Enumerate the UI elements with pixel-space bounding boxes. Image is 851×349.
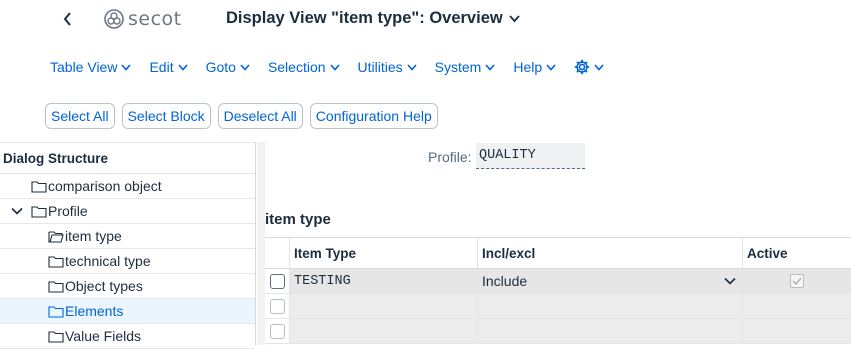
dialog-structure-header: Dialog Structure <box>0 143 255 174</box>
menu-goto[interactable]: Goto <box>206 58 250 75</box>
menu-settings[interactable] <box>574 58 604 75</box>
chevron-down-icon <box>485 63 495 71</box>
menu-label: Utilities <box>357 58 403 75</box>
active-cell <box>743 294 851 318</box>
tree-item-item-type[interactable]: item type <box>0 224 255 249</box>
folder-icon <box>31 205 47 218</box>
tree-item-label: comparison object <box>48 178 162 194</box>
select-all-button[interactable]: Select All <box>45 103 115 129</box>
tree-item-object-types[interactable]: Object types <box>0 274 255 299</box>
folder-icon <box>31 180 47 193</box>
profile-field: QUALITY <box>476 143 585 169</box>
table-header-row: Item Type Incl/excl Active <box>265 237 851 269</box>
row-checkbox[interactable] <box>269 273 285 289</box>
tree-item-value-fields[interactable]: Value Fields <box>0 324 255 349</box>
table-row <box>265 294 851 319</box>
row-selector[interactable] <box>265 294 290 318</box>
incl-excl-value: Include <box>482 273 528 289</box>
menu-bar: Table View Edit Goto Selection Utilities… <box>50 58 622 75</box>
menu-selection[interactable]: Selection <box>268 58 340 75</box>
menu-label: Goto <box>205 58 236 75</box>
tree-item-label: Object types <box>65 278 143 294</box>
menu-label: Selection <box>267 58 326 75</box>
select-column-header <box>265 238 290 268</box>
page-title[interactable]: Display View "item type": Overview <box>226 9 520 28</box>
active-cell <box>743 269 851 293</box>
deselect-all-button[interactable]: Deselect All <box>217 103 303 129</box>
row-checkbox[interactable] <box>269 323 285 339</box>
row-selector[interactable] <box>265 319 290 343</box>
active-cell <box>743 319 851 343</box>
gear-icon <box>574 59 590 75</box>
chevron-down-icon <box>724 277 736 285</box>
chevron-down-icon <box>546 63 556 71</box>
splitter[interactable] <box>257 142 265 345</box>
menu-label: System <box>434 58 482 75</box>
chevron-down-icon <box>329 63 340 71</box>
menu-label: Table View <box>50 58 118 75</box>
chevron-down-icon <box>509 14 520 22</box>
tree-item-comparison-object[interactable]: comparison object <box>0 174 255 199</box>
profile-label: Profile: <box>428 149 472 165</box>
item-type-cell: TESTING <box>290 269 478 293</box>
tree-item-label: item type <box>65 228 122 244</box>
logo: secot <box>103 6 182 32</box>
folder-icon <box>48 255 64 268</box>
column-header-item-type[interactable]: Item Type <box>290 238 478 268</box>
menu-help[interactable]: Help <box>513 58 556 75</box>
page-title-text: Display View "item type": Overview <box>226 9 503 27</box>
configuration-help-button[interactable]: Configuration Help <box>309 103 438 129</box>
folder-icon <box>48 330 64 343</box>
menu-system[interactable]: System <box>435 58 496 75</box>
menu-edit[interactable]: Edit <box>149 58 188 75</box>
folder-icon <box>48 280 64 293</box>
toolbar: Select All Select Block Deselect All Con… <box>45 103 438 129</box>
table-row: TESTING Include <box>265 269 851 294</box>
chevron-down-icon <box>594 63 604 71</box>
menu-label: Help <box>513 58 543 75</box>
back-button[interactable] <box>58 8 78 30</box>
row-selector[interactable] <box>265 269 290 293</box>
incl-excl-cell <box>478 319 743 343</box>
menu-label: Edit <box>149 58 174 75</box>
tree-item-label: technical type <box>65 253 151 269</box>
tree-item-label: Elements <box>65 303 124 319</box>
column-header-active[interactable]: Active <box>743 238 851 268</box>
row-checkbox[interactable] <box>269 298 285 314</box>
tree-item-label: Value Fields <box>65 328 142 344</box>
incl-excl-cell <box>478 294 743 318</box>
active-checkbox <box>790 274 804 288</box>
column-header-incl-excl[interactable]: Incl/excl <box>478 238 743 268</box>
chevron-down-icon <box>177 63 188 71</box>
incl-excl-select[interactable]: Include <box>478 269 743 293</box>
chevron-down-icon <box>407 63 417 71</box>
chevron-down-icon <box>240 63 250 71</box>
tree-item-label: Profile <box>48 203 88 219</box>
item-type-cell <box>290 294 478 318</box>
chevron-down-icon <box>121 63 132 71</box>
section-title: item type <box>265 211 331 228</box>
checkmark-icon <box>792 277 802 285</box>
chevron-left-icon <box>63 12 71 26</box>
tree-item-technical-type[interactable]: technical type <box>0 249 255 274</box>
folder-icon <box>48 305 64 318</box>
logo-text: secot <box>128 8 182 30</box>
tree-item-profile[interactable]: Profile <box>0 199 255 224</box>
item-type-table: Item Type Incl/excl Active TESTING Inclu… <box>265 237 851 344</box>
tree-item-elements[interactable]: Elements <box>0 299 255 324</box>
logo-icon <box>104 9 124 29</box>
menu-table-view[interactable]: Table View <box>50 58 132 75</box>
item-type-cell <box>290 319 478 343</box>
select-block-button[interactable]: Select Block <box>121 103 211 129</box>
table-row <box>265 319 851 344</box>
dialog-structure-panel: Dialog Structure comparison object Profi… <box>0 142 256 349</box>
chevron-down-icon[interactable] <box>11 207 23 215</box>
open-folder-icon <box>48 230 64 243</box>
menu-utilities[interactable]: Utilities <box>358 58 417 75</box>
